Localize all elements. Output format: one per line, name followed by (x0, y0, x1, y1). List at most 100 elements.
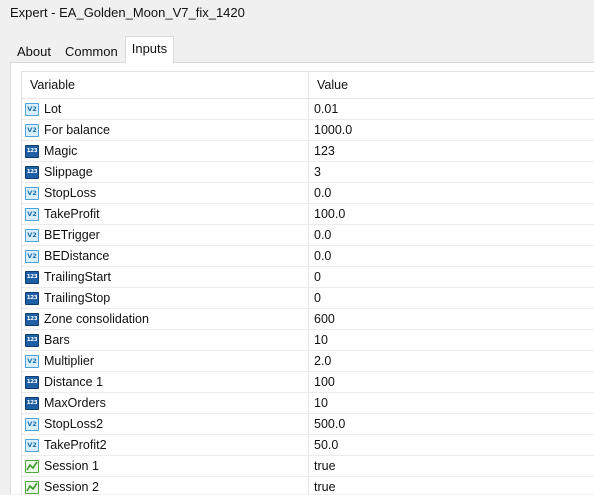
variable-cell: 123 TrailingStart (22, 267, 309, 287)
variable-label: BETrigger (44, 228, 100, 242)
double-param-icon: V2 (25, 249, 39, 263)
table-row[interactable]: 123 Bars 10 (22, 330, 594, 351)
integer-param-icon: 123 (25, 270, 39, 284)
variable-label: Slippage (44, 165, 93, 179)
variable-cell: V2 TakeProfit2 (22, 435, 309, 455)
column-header-variable[interactable]: Variable (22, 72, 309, 98)
table-row[interactable]: 123 MaxOrders 10 (22, 393, 594, 414)
variable-cell: V2 For balance (22, 120, 309, 140)
table-body: V2 Lot 0.01 V2 For balance 1000.0 123 Magic 123 1… (22, 99, 594, 495)
table-row[interactable]: V2 Multiplier 2.0 (22, 351, 594, 372)
value-cell[interactable]: 0.01 (309, 99, 594, 119)
variable-cell: V2 BEDistance (22, 246, 309, 266)
table-row[interactable]: V2 BEDistance 0.0 (22, 246, 594, 267)
table-row[interactable]: 123 Distance 1 100 (22, 372, 594, 393)
double-param-icon: V2 (25, 438, 39, 452)
bool-param-icon (25, 480, 39, 494)
variable-cell: V2 Lot (22, 99, 309, 119)
variable-cell: V2 StopLoss (22, 183, 309, 203)
integer-param-icon: 123 (25, 312, 39, 326)
variable-label: Multiplier (44, 354, 95, 368)
variable-cell: 123 Distance 1 (22, 372, 309, 392)
variable-label: For balance (44, 123, 111, 137)
table-row[interactable]: 123 Magic 123 (22, 141, 594, 162)
table-row[interactable]: Session 2 true (22, 477, 594, 495)
value-cell[interactable]: 0.0 (309, 183, 594, 203)
variable-label: Session 2 (44, 480, 99, 494)
value-cell[interactable]: 600 (309, 309, 594, 329)
column-header-value[interactable]: Value (309, 72, 594, 98)
value-cell[interactable]: 500.0 (309, 414, 594, 434)
double-param-icon: V2 (25, 228, 39, 242)
integer-param-icon: 123 (25, 165, 39, 179)
value-cell[interactable]: 2.0 (309, 351, 594, 371)
value-cell[interactable]: 50.0 (309, 435, 594, 455)
tab-common[interactable]: Common (58, 38, 125, 63)
integer-param-icon: 123 (25, 291, 39, 305)
variable-label: Magic (44, 144, 78, 158)
variable-label: StopLoss2 (44, 417, 104, 431)
double-param-icon: V2 (25, 207, 39, 221)
variable-label: Lot (44, 102, 62, 116)
double-param-icon: V2 (25, 354, 39, 368)
table-header: Variable Value (22, 72, 594, 99)
value-cell[interactable]: 100.0 (309, 204, 594, 224)
variable-label: StopLoss (44, 186, 97, 200)
variable-label: TakeProfit2 (44, 438, 107, 452)
value-cell[interactable]: true (309, 477, 594, 495)
variable-cell: Session 2 (22, 477, 309, 495)
variable-cell: V2 TakeProfit (22, 204, 309, 224)
table-row[interactable]: 123 Zone consolidation 600 (22, 309, 594, 330)
table-row[interactable]: V2 Lot 0.01 (22, 99, 594, 120)
variable-label: Bars (44, 333, 70, 347)
integer-param-icon: 123 (25, 333, 39, 347)
integer-param-icon: 123 (25, 396, 39, 410)
value-cell[interactable]: 10 (309, 393, 594, 413)
double-param-icon: V2 (25, 417, 39, 431)
inputs-panel: Variable Value V2 Lot 0.01 V2 For balance 100… (10, 62, 594, 495)
value-cell[interactable]: 1000.0 (309, 120, 594, 140)
inputs-table: Variable Value V2 Lot 0.01 V2 For balance 100… (21, 71, 594, 495)
table-row[interactable]: 123 TrailingStop 0 (22, 288, 594, 309)
value-cell[interactable]: 0.0 (309, 246, 594, 266)
window-title: Expert - EA_Golden_Moon_V7_fix_1420 (0, 0, 594, 26)
table-row[interactable]: 123 TrailingStart 0 (22, 267, 594, 288)
variable-label: TakeProfit (44, 207, 100, 221)
table-row[interactable]: V2 StopLoss2 500.0 (22, 414, 594, 435)
variable-label: MaxOrders (44, 396, 106, 410)
table-row[interactable]: V2 TakeProfit2 50.0 (22, 435, 594, 456)
table-row[interactable]: V2 StopLoss 0.0 (22, 183, 594, 204)
variable-cell: V2 StopLoss2 (22, 414, 309, 434)
value-cell[interactable]: 10 (309, 330, 594, 350)
tab-strip: About Common Inputs (10, 36, 175, 64)
value-cell[interactable]: 100 (309, 372, 594, 392)
variable-cell: V2 Multiplier (22, 351, 309, 371)
double-param-icon: V2 (25, 123, 39, 137)
variable-cell: V2 BETrigger (22, 225, 309, 245)
variable-label: BEDistance (44, 249, 110, 263)
table-row[interactable]: V2 TakeProfit 100.0 (22, 204, 594, 225)
table-row[interactable]: V2 BETrigger 0.0 (22, 225, 594, 246)
variable-cell: 123 Slippage (22, 162, 309, 182)
variable-cell: 123 TrailingStop (22, 288, 309, 308)
table-row[interactable]: Session 1 true (22, 456, 594, 477)
double-param-icon: V2 (25, 102, 39, 116)
value-cell[interactable]: true (309, 456, 594, 476)
table-row[interactable]: 123 Slippage 3 (22, 162, 594, 183)
variable-cell: 123 Bars (22, 330, 309, 350)
tab-inputs[interactable]: Inputs (124, 36, 175, 64)
variable-cell: 123 MaxOrders (22, 393, 309, 413)
tab-about[interactable]: About (10, 38, 58, 63)
value-cell[interactable]: 0.0 (309, 225, 594, 245)
value-cell[interactable]: 0 (309, 288, 594, 308)
variable-label: Distance 1 (44, 375, 104, 389)
value-cell[interactable]: 0 (309, 267, 594, 287)
integer-param-icon: 123 (25, 144, 39, 158)
variable-cell: Session 1 (22, 456, 309, 476)
table-row[interactable]: V2 For balance 1000.0 (22, 120, 594, 141)
bool-param-icon (25, 459, 39, 473)
value-cell[interactable]: 3 (309, 162, 594, 182)
integer-param-icon: 123 (25, 375, 39, 389)
value-cell[interactable]: 123 (309, 141, 594, 161)
variable-cell: 123 Zone consolidation (22, 309, 309, 329)
